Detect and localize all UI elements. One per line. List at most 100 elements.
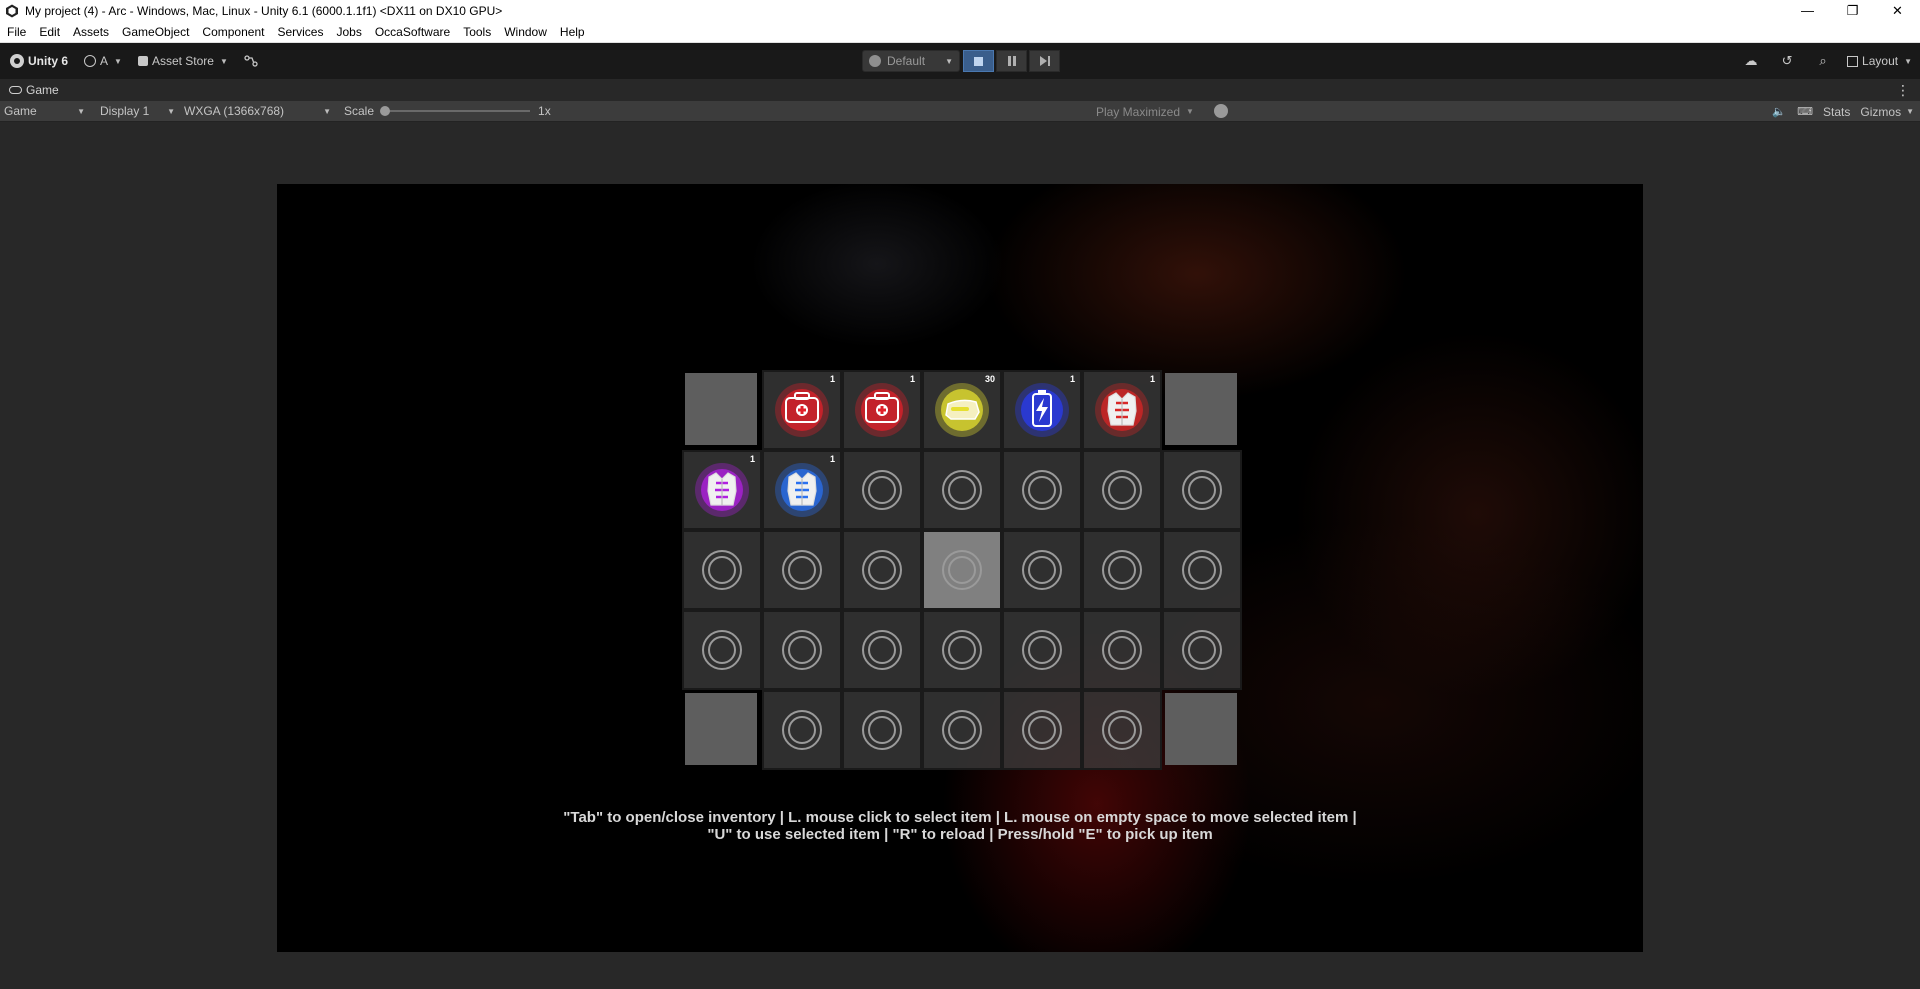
shopping-bag-icon bbox=[137, 56, 148, 66]
inventory-slot-empty[interactable] bbox=[1162, 450, 1242, 530]
inventory-slot-empty[interactable] bbox=[922, 690, 1002, 770]
inventory-slot-empty[interactable] bbox=[682, 610, 762, 690]
inventory-slot-empty[interactable] bbox=[842, 610, 922, 690]
inventory-slot-empty[interactable] bbox=[842, 690, 922, 770]
inventory-slot-empty[interactable] bbox=[762, 530, 842, 610]
close-button[interactable]: ✕ bbox=[1875, 0, 1920, 21]
menu-jobs[interactable]: Jobs bbox=[329, 21, 367, 43]
inventory-slot-item[interactable]: 1 bbox=[762, 370, 842, 450]
inventory-slot-empty[interactable] bbox=[1002, 530, 1082, 610]
empty-slot-icon bbox=[862, 470, 902, 510]
layout-dropdown[interactable]: Layout ▼ bbox=[1841, 50, 1920, 72]
item-quantity: 1 bbox=[1149, 374, 1155, 384]
version-control-button[interactable] bbox=[238, 50, 264, 72]
play-button[interactable] bbox=[963, 50, 994, 72]
inventory-slot-empty[interactable] bbox=[762, 610, 842, 690]
menu-occasoftware[interactable]: OccaSoftware bbox=[368, 21, 456, 43]
chevron-down-icon[interactable]: ▼ bbox=[1906, 107, 1920, 116]
inventory-slot-empty[interactable] bbox=[682, 530, 762, 610]
inventory-slot-item[interactable]: 1 bbox=[1082, 370, 1162, 450]
empty-slot-icon bbox=[862, 630, 902, 670]
branch-icon bbox=[244, 55, 258, 67]
armor-vest-icon bbox=[695, 463, 749, 517]
menu-edit[interactable]: Edit bbox=[32, 21, 66, 43]
item-quantity: 1 bbox=[829, 374, 835, 384]
stats-button[interactable]: Stats bbox=[1818, 105, 1855, 119]
maximize-button[interactable]: ❐ bbox=[1830, 0, 1875, 21]
display-dropdown[interactable]: Display 1 ▼ bbox=[96, 101, 180, 122]
inventory-slot-empty[interactable] bbox=[762, 690, 842, 770]
inventory-slot-empty[interactable] bbox=[1002, 690, 1082, 770]
menu-component[interactable]: Component bbox=[195, 21, 270, 43]
pause-button[interactable] bbox=[996, 50, 1027, 72]
inventory-slot-item[interactable]: 30 bbox=[922, 370, 1002, 450]
inventory-slot-item[interactable]: 1 bbox=[682, 450, 762, 530]
inventory-slot-empty[interactable] bbox=[1082, 530, 1162, 610]
resolution-dropdown[interactable]: WXGA (1366x768) ▼ bbox=[180, 101, 336, 122]
menu-window[interactable]: Window bbox=[497, 21, 553, 43]
menu-services[interactable]: Services bbox=[270, 21, 329, 43]
inventory-corner-slot[interactable] bbox=[1162, 690, 1242, 770]
inventory-slot-empty[interactable] bbox=[922, 450, 1002, 530]
layers-dropdown[interactable]: Default ▼ bbox=[862, 50, 960, 72]
inventory-slot-empty[interactable] bbox=[1002, 450, 1082, 530]
menu-help[interactable]: Help bbox=[553, 21, 591, 43]
debug-bug-icon[interactable] bbox=[1214, 104, 1228, 118]
scale-slider-handle[interactable] bbox=[380, 106, 391, 116]
scale-slider[interactable] bbox=[380, 106, 531, 116]
gizmos-dropdown[interactable]: Gizmos bbox=[1855, 105, 1906, 119]
inventory-slot-item[interactable]: 1 bbox=[762, 450, 842, 530]
resolution-label: WXGA (1366x768) bbox=[184, 104, 285, 118]
tab-options-icon[interactable]: ⋮ bbox=[1896, 79, 1910, 101]
tab-game[interactable]: Game bbox=[0, 79, 67, 101]
step-button[interactable] bbox=[1029, 50, 1060, 72]
window-title: My project (4) - Arc - Windows, Mac, Lin… bbox=[25, 3, 503, 18]
empty-slot-icon bbox=[862, 710, 902, 750]
inventory-corner-slot[interactable] bbox=[1162, 370, 1242, 450]
inventory-slot-empty[interactable] bbox=[842, 530, 922, 610]
pause-icon bbox=[1007, 56, 1016, 66]
menu-gameobject[interactable]: GameObject bbox=[115, 21, 195, 43]
cloud-icon[interactable]: ☁ bbox=[1733, 53, 1769, 69]
empty-slot-icon bbox=[1022, 710, 1062, 750]
mute-audio-icon[interactable]: 🔈 bbox=[1766, 105, 1792, 118]
inventory-slot-item[interactable]: 1 bbox=[1002, 370, 1082, 450]
empty-slot-icon bbox=[1022, 630, 1062, 670]
inventory-slot-empty[interactable] bbox=[1082, 610, 1162, 690]
keyboard-icon[interactable]: ⌨ bbox=[1792, 105, 1818, 118]
chevron-down-icon: ▼ bbox=[219, 56, 228, 66]
inventory-slot-empty[interactable] bbox=[1082, 690, 1162, 770]
armor-vest-icon bbox=[1095, 383, 1149, 437]
search-icon[interactable]: ⌕ bbox=[1805, 53, 1841, 69]
view-mode-dropdown[interactable]: Game ▼ bbox=[0, 101, 90, 122]
menu-tools[interactable]: Tools bbox=[456, 21, 497, 43]
inventory-slot-item[interactable]: 1 bbox=[842, 370, 922, 450]
inventory-slot-empty[interactable] bbox=[1162, 530, 1242, 610]
minimize-button[interactable]: — bbox=[1785, 0, 1830, 21]
game-viewport[interactable]: 1 1 30 1 1 1 1 "Tab" to open/close inven… bbox=[277, 184, 1643, 952]
menu-assets[interactable]: Assets bbox=[66, 21, 115, 43]
window-title-bar: My project (4) - Arc - Windows, Mac, Lin… bbox=[0, 0, 1920, 21]
inventory-corner-slot[interactable] bbox=[682, 690, 762, 770]
step-icon bbox=[1039, 56, 1050, 66]
account-dropdown[interactable]: A ▼ bbox=[78, 50, 128, 72]
view-mode-label: Game bbox=[4, 104, 37, 118]
empty-slot-icon bbox=[1182, 470, 1222, 510]
history-icon[interactable]: ↺ bbox=[1769, 53, 1805, 69]
menu-file[interactable]: File bbox=[0, 21, 32, 43]
inventory-slot-empty[interactable] bbox=[1162, 610, 1242, 690]
inventory-slot-empty[interactable] bbox=[922, 610, 1002, 690]
asset-store-dropdown[interactable]: Asset Store ▼ bbox=[132, 50, 234, 72]
play-mode-dropdown[interactable]: Play Maximized ▼ bbox=[1096, 101, 1194, 122]
inventory-corner-slot[interactable] bbox=[682, 370, 762, 450]
inventory-slot-selected[interactable] bbox=[922, 530, 1002, 610]
display-label: Display 1 bbox=[100, 104, 150, 118]
layers-icon bbox=[869, 55, 881, 67]
item-quantity: 30 bbox=[984, 374, 995, 384]
unity-cloud-button[interactable]: Unity 6 bbox=[4, 50, 74, 72]
inventory-slot-empty[interactable] bbox=[1082, 450, 1162, 530]
empty-slot-icon bbox=[1102, 550, 1142, 590]
inventory-slot-empty[interactable] bbox=[842, 450, 922, 530]
play-mode-label: Play Maximized bbox=[1096, 104, 1181, 119]
inventory-slot-empty[interactable] bbox=[1002, 610, 1082, 690]
